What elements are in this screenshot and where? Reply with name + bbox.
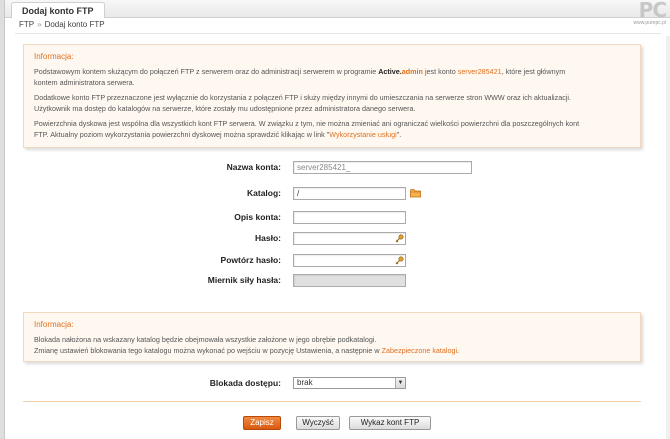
row-directory: Katalog: /	[5, 187, 670, 201]
button-row: Zapisz Wyczyść Wykaz kont FTP	[5, 416, 670, 430]
row-password-strength: Miernik siły hasła:	[5, 274, 670, 288]
info-box-top: Informacja: Podstawowym kontem służącym …	[23, 44, 641, 148]
info-header: Informacja:	[34, 320, 74, 329]
password-field[interactable]	[293, 232, 406, 245]
brand-name: Active.admin	[378, 67, 423, 76]
protected-directories-link[interactable]: Zabezpieczone katalogi	[382, 346, 458, 355]
account-name-field[interactable]: server285421_	[293, 161, 472, 174]
info-box-bottom: Informacja: Blokada nałożona na wskazany…	[23, 312, 641, 362]
usage-link[interactable]: Wykorzystanie usługi	[329, 130, 396, 139]
info-paragraph-1: Podstawowym kontem służącym do połączeń …	[34, 67, 566, 87]
divider	[23, 401, 641, 402]
breadcrumb: FTP» Dodaj konto FTP	[19, 20, 105, 29]
key-icon[interactable]	[395, 256, 404, 265]
row-description: Opis konta:	[5, 211, 670, 225]
breadcrumb-separator: »	[37, 20, 42, 29]
row-password-repeat: Powtórz hasło:	[5, 254, 670, 268]
folder-icon[interactable]	[410, 188, 421, 198]
account-name-label: Nazwa konta:	[226, 162, 281, 172]
row-access-lock: Blokada dostępu: brak ▼	[5, 377, 670, 391]
divider	[15, 33, 661, 34]
access-lock-value: brak	[297, 378, 313, 387]
tab-add-ftp-account[interactable]: Dodaj konto FTP	[11, 2, 105, 18]
info-header: Informacja:	[34, 52, 74, 61]
clear-button[interactable]: Wyczyść	[296, 416, 340, 430]
password-repeat-label: Powtórz hasło:	[220, 255, 281, 265]
row-password: Hasło:	[5, 232, 670, 246]
scrollbar[interactable]	[666, 36, 670, 439]
description-field[interactable]	[293, 211, 406, 224]
key-icon[interactable]	[395, 234, 404, 243]
ftp-accounts-list-button[interactable]: Wykaz kont FTP	[349, 416, 431, 430]
main-window: Dodaj konto FTP PC www.purepc.pl FTP» Dod…	[4, 0, 670, 439]
access-lock-label: Blokada dostępu:	[209, 378, 281, 388]
password-repeat-field[interactable]	[293, 254, 406, 267]
description-label: Opis konta:	[234, 212, 281, 222]
row-account-name: Nazwa konta: server285421_	[5, 161, 670, 175]
directory-field[interactable]: /	[293, 187, 406, 200]
watermark-logo-text: PC	[638, 0, 667, 22]
info-paragraph-lock: Blokada nałożona na wskazany katalog będ…	[34, 335, 460, 355]
main-account-name: server285421	[457, 67, 502, 76]
watermark-logo: PC www.purepc.pl	[608, 0, 667, 34]
access-lock-select[interactable]: brak ▼	[293, 377, 406, 389]
breadcrumb-current: Dodaj konto FTP	[44, 20, 105, 29]
info-paragraph-3: Powierzchnia dyskowa jest wspólna dla ws…	[34, 119, 580, 139]
title-bar: Dodaj konto FTP	[5, 0, 670, 18]
password-strength-meter	[293, 274, 406, 287]
save-button[interactable]: Zapisz	[243, 416, 281, 430]
watermark-url: www.purepc.pl	[633, 20, 666, 26]
chevron-down-icon[interactable]: ▼	[395, 378, 405, 388]
breadcrumb-root[interactable]: FTP	[19, 20, 34, 29]
password-strength-label: Miernik siły hasła:	[207, 275, 281, 285]
info-paragraph-2: Dodatkowe konto FTP przeznaczone jest wy…	[34, 93, 572, 113]
password-label: Hasło:	[255, 233, 281, 243]
directory-label: Katalog:	[247, 188, 281, 198]
